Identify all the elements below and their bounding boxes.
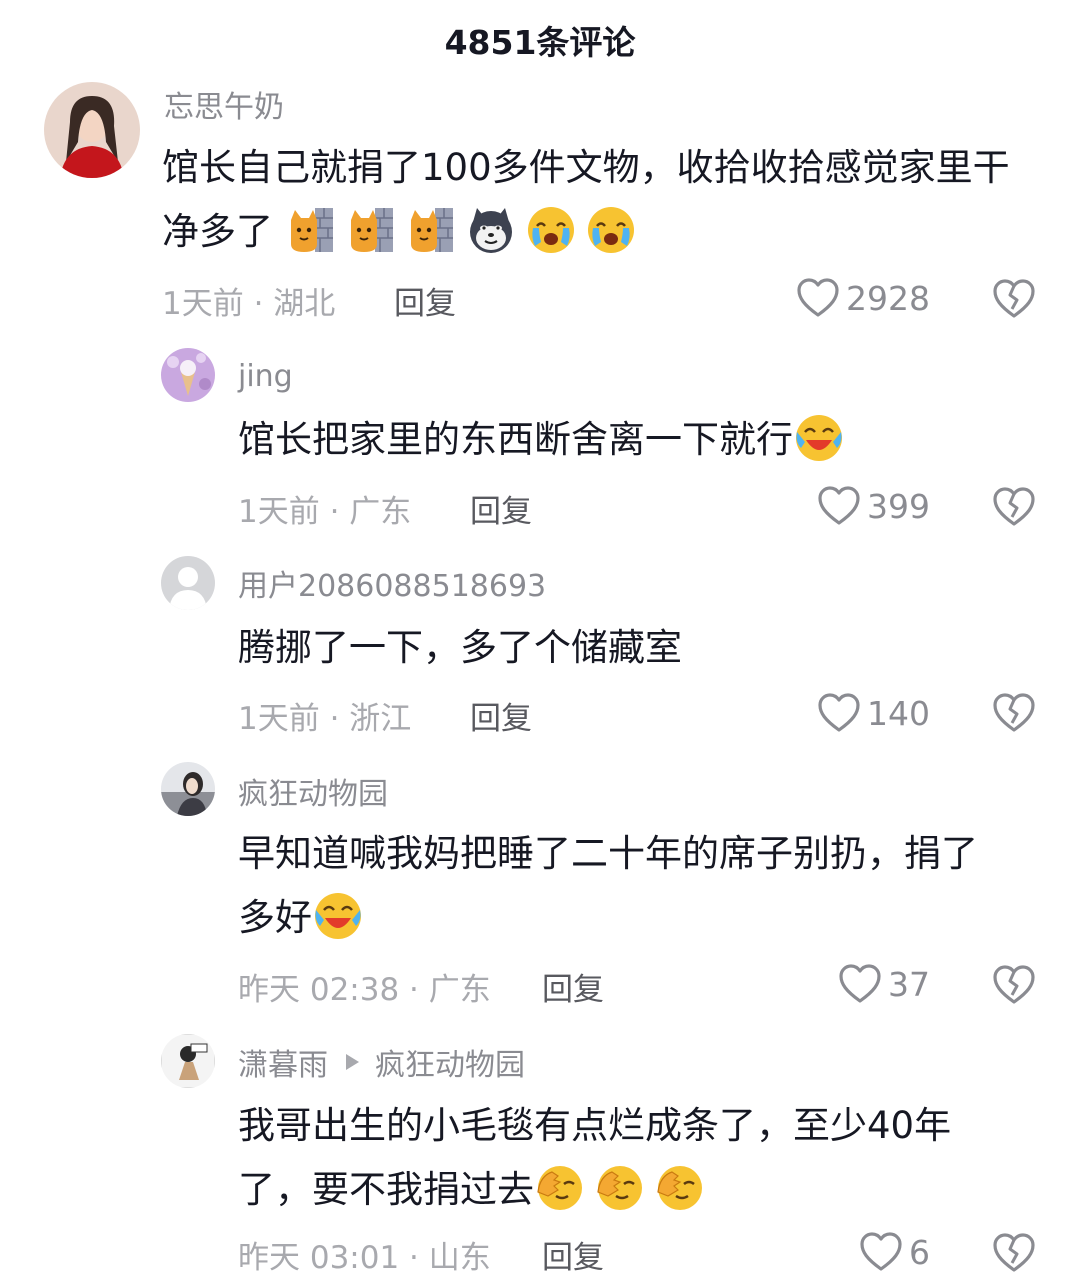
dislike-broken-heart-icon[interactable]	[992, 276, 1036, 320]
default-avatar[interactable]	[161, 556, 215, 610]
like-count: 6	[909, 1232, 930, 1272]
like-count: 399	[867, 486, 930, 526]
reply-button[interactable]: 回复	[542, 1232, 604, 1277]
username[interactable]: 疯狂动物园	[238, 771, 388, 812]
avatar[interactable]	[161, 762, 215, 816]
heart-icon	[796, 277, 840, 319]
heart-icon	[817, 692, 861, 734]
username[interactable]: 忘思午奶	[164, 84, 284, 125]
avatar[interactable]	[161, 1034, 215, 1088]
reply-to-username[interactable]: 疯狂动物园	[375, 1040, 525, 1084]
comment-time-location: 昨天 02:38 · 广东	[238, 972, 491, 1008]
comment-text: 我哥出生的小毛毯有点烂成条了，至少40年 了，要不我捐过去	[238, 1094, 1058, 1222]
heart-icon	[817, 485, 861, 527]
comment-text: 馆长把家里的东西断舍离一下就行	[238, 408, 1038, 472]
facepalm-emoji	[654, 1162, 706, 1214]
reply-button[interactable]: 回复	[394, 278, 456, 323]
comment-time-location: 昨天 03:01 · 山东	[238, 1240, 491, 1276]
like-count: 140	[867, 693, 930, 733]
avatar[interactable]	[44, 82, 140, 178]
heart-icon	[838, 963, 882, 1005]
like-button[interactable]: 2928	[796, 276, 930, 320]
comment-text: 早知道喊我妈把睡了二十年的席子别扔，捐了 多好	[238, 822, 1058, 950]
like-button[interactable]: 140	[817, 691, 930, 735]
laugh-cry-emoji	[793, 412, 845, 464]
like-button[interactable]: 6	[859, 1230, 930, 1274]
like-count: 37	[888, 964, 930, 1004]
reply-button[interactable]: 回复	[470, 693, 532, 738]
cat-wall-emoji	[405, 204, 457, 256]
comment-time-location: 1天前 · 广东	[238, 494, 412, 530]
heart-icon	[859, 1231, 903, 1273]
laugh-cry-emoji	[312, 890, 364, 942]
dislike-broken-heart-icon[interactable]	[992, 962, 1036, 1006]
reply-button[interactable]: 回复	[542, 964, 604, 1009]
reply-button[interactable]: 回复	[470, 486, 532, 531]
crying-emoji	[585, 204, 637, 256]
dislike-broken-heart-icon[interactable]	[992, 690, 1036, 734]
reply-to-arrow-icon	[346, 1054, 359, 1070]
comment-time-location: 1天前 · 浙江	[238, 701, 412, 737]
like-count: 2928	[846, 278, 930, 318]
cat-wall-emoji	[345, 204, 397, 256]
username[interactable]: 用户2086088518693	[238, 563, 546, 604]
comment-time-location: 1天前 · 湖北	[162, 286, 336, 322]
cat-wall-emoji	[285, 204, 337, 256]
facepalm-emoji	[534, 1162, 586, 1214]
like-button[interactable]: 37	[838, 962, 930, 1006]
avatar[interactable]	[161, 348, 215, 402]
dislike-broken-heart-icon[interactable]	[992, 1230, 1036, 1274]
comment-text: 腾挪了一下，多了个储藏室	[238, 626, 682, 669]
comment-text: 馆长自己就捐了100多件文物，收拾收拾感觉家里干净多了	[162, 136, 1042, 264]
comments-count-title: 4851条评论	[444, 23, 636, 62]
husky-emoji	[465, 204, 517, 256]
like-button[interactable]: 399	[817, 484, 930, 528]
crying-emoji	[525, 204, 577, 256]
facepalm-emoji	[594, 1162, 646, 1214]
username[interactable]: jing	[238, 356, 293, 396]
dislike-broken-heart-icon[interactable]	[992, 484, 1036, 528]
username[interactable]: 潇暮雨 疯狂动物园	[238, 1040, 525, 1084]
